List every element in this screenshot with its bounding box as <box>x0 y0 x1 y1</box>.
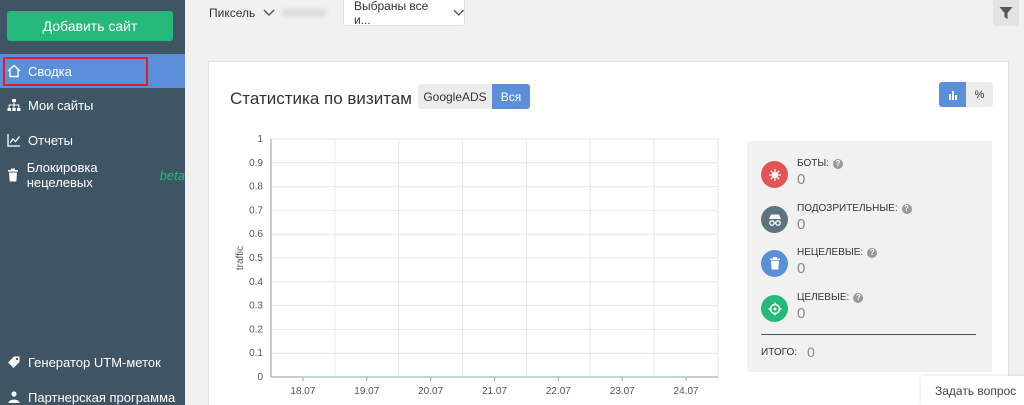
bar-view-button[interactable] <box>939 82 966 107</box>
sidebar-item-label: Мои сайты <box>28 97 94 113</box>
y-tick-label: 0.9 <box>249 158 263 169</box>
help-icon[interactable]: ? <box>901 203 912 214</box>
sidebar-item-utm-generator[interactable]: Генератор UTM-меток <box>0 345 185 379</box>
y-tick-label: 0.1 <box>249 348 263 359</box>
trash-icon <box>6 167 21 183</box>
filter-icon <box>999 7 1013 19</box>
data-point <box>493 376 496 378</box>
help-icon[interactable]: ? <box>867 247 878 258</box>
sidebar: Добавить сайт Сводка Мои сайты Отчеты Бл… <box>0 0 185 405</box>
data-point <box>429 376 432 378</box>
data-point <box>621 376 624 378</box>
y-tick-label: 0.4 <box>249 277 263 288</box>
users-icon <box>6 389 22 405</box>
sidebar-item-label: Отчеты <box>28 132 73 148</box>
sidebar-item-label: Блокировка нецелевых <box>26 160 98 190</box>
stat-value: 0 <box>797 216 806 233</box>
y-tick-label: 0.3 <box>249 301 263 312</box>
stats-panel: БОТЫ:? 0 ПОДОЗРИТЕЛЬНЫЕ:? 0 НЕЦЕЛЕВЫЕ:? … <box>747 141 992 372</box>
stat-value: 0 <box>797 305 806 322</box>
x-tick-label: 23.07 <box>610 386 635 397</box>
help-icon[interactable]: ? <box>853 292 864 303</box>
y-tick-label: 0 <box>257 372 263 383</box>
pixel-select[interactable]: Пиксель <box>209 0 275 26</box>
home-icon <box>6 63 22 79</box>
segment-select-label: Выбраны все и... <box>354 0 429 27</box>
pixel-select-label: Пиксель <box>209 6 256 20</box>
sidebar-item-partner-program[interactable]: Партнерская программа <box>0 380 185 405</box>
filter-button[interactable] <box>993 0 1019 26</box>
tag-icon <box>6 354 22 370</box>
total-label: ИТОГО: <box>761 346 798 358</box>
stat-label: ЦЕЛЕВЫЕ: <box>797 292 850 303</box>
y-axis-label: traffic <box>235 246 246 270</box>
x-tick-label: 20.07 <box>418 386 443 397</box>
x-tick-label: 19.07 <box>354 386 379 397</box>
card-title: Статистика по визитам <box>230 89 412 108</box>
sidebar-item-block-untargeted[interactable]: Блокировка нецелевых beta <box>0 158 185 192</box>
stat-value: 0 <box>797 260 806 277</box>
stat-label: БОТЫ: <box>797 158 829 169</box>
stats-divider <box>761 334 976 335</box>
sidebar-item-label: Генератор UTM-меток <box>28 354 161 370</box>
help-icon[interactable]: ? <box>832 158 843 169</box>
percent-view-button[interactable]: % <box>966 82 993 107</box>
add-site-button[interactable]: Добавить сайт <box>7 11 173 41</box>
chevron-down-icon <box>263 9 275 16</box>
total-value: 0 <box>807 344 815 360</box>
y-tick-label: 0.7 <box>249 205 263 216</box>
traffic-chart: 0 0.1 0.2 0.3 0.4 0.5 0.6 0.7 0.8 0.9 1 18.07 19.07 2… <box>235 134 719 397</box>
blurred-site-name <box>281 9 327 17</box>
trash-icon <box>761 250 788 277</box>
sidebar-item-label: Партнерская программа <box>28 389 176 405</box>
y-tick-label: 0.5 <box>249 253 263 264</box>
data-point <box>557 376 560 378</box>
crosshair-icon <box>761 295 788 322</box>
sitemap-icon <box>6 97 22 113</box>
tab-all[interactable]: Вся <box>492 84 530 109</box>
top-bar: Пиксель Выбраны все и... <box>185 0 1024 36</box>
x-tick-label: 21.07 <box>482 386 507 397</box>
stat-label: ПОДОЗРИТЕЛЬНЫЕ: <box>797 203 898 214</box>
visits-card: Статистика по визитам GoogleADS Вся % 00… <box>208 61 1009 405</box>
x-tick-label: 24.07 <box>674 386 699 397</box>
y-tick-label: 1 <box>257 134 263 145</box>
data-point <box>685 376 687 378</box>
tab-googleads[interactable]: GoogleADS <box>418 84 492 109</box>
stat-total: ИТОГО: 0 <box>761 344 815 360</box>
y-tick-label: 0.2 <box>249 324 263 335</box>
segment-select[interactable]: Выбраны все и... <box>343 0 465 27</box>
sidebar-item-label: Сводка <box>28 63 72 79</box>
ask-question-button[interactable]: Задать вопрос <box>921 376 1024 405</box>
y-tick-label: 0.6 <box>249 229 263 240</box>
sidebar-item-my-sites[interactable]: Мои сайты <box>0 88 185 122</box>
x-tick-label: 18.07 <box>290 386 315 397</box>
incognito-icon <box>761 206 788 233</box>
stat-label: НЕЦЕЛЕВЫЕ: <box>797 247 864 258</box>
beta-badge: beta <box>159 167 185 183</box>
data-point <box>365 376 368 378</box>
sidebar-item-reports[interactable]: Отчеты <box>0 123 185 157</box>
line-chart-icon <box>6 132 22 148</box>
stat-value: 0 <box>797 171 806 188</box>
bar-chart-icon <box>948 90 957 100</box>
chevron-down-icon <box>452 9 464 16</box>
data-point <box>302 376 304 378</box>
x-tick-label: 22.07 <box>546 386 571 397</box>
y-tick-label: 0.8 <box>249 182 263 193</box>
sidebar-item-summary[interactable]: Сводка <box>0 54 185 88</box>
bug-icon <box>761 161 788 188</box>
